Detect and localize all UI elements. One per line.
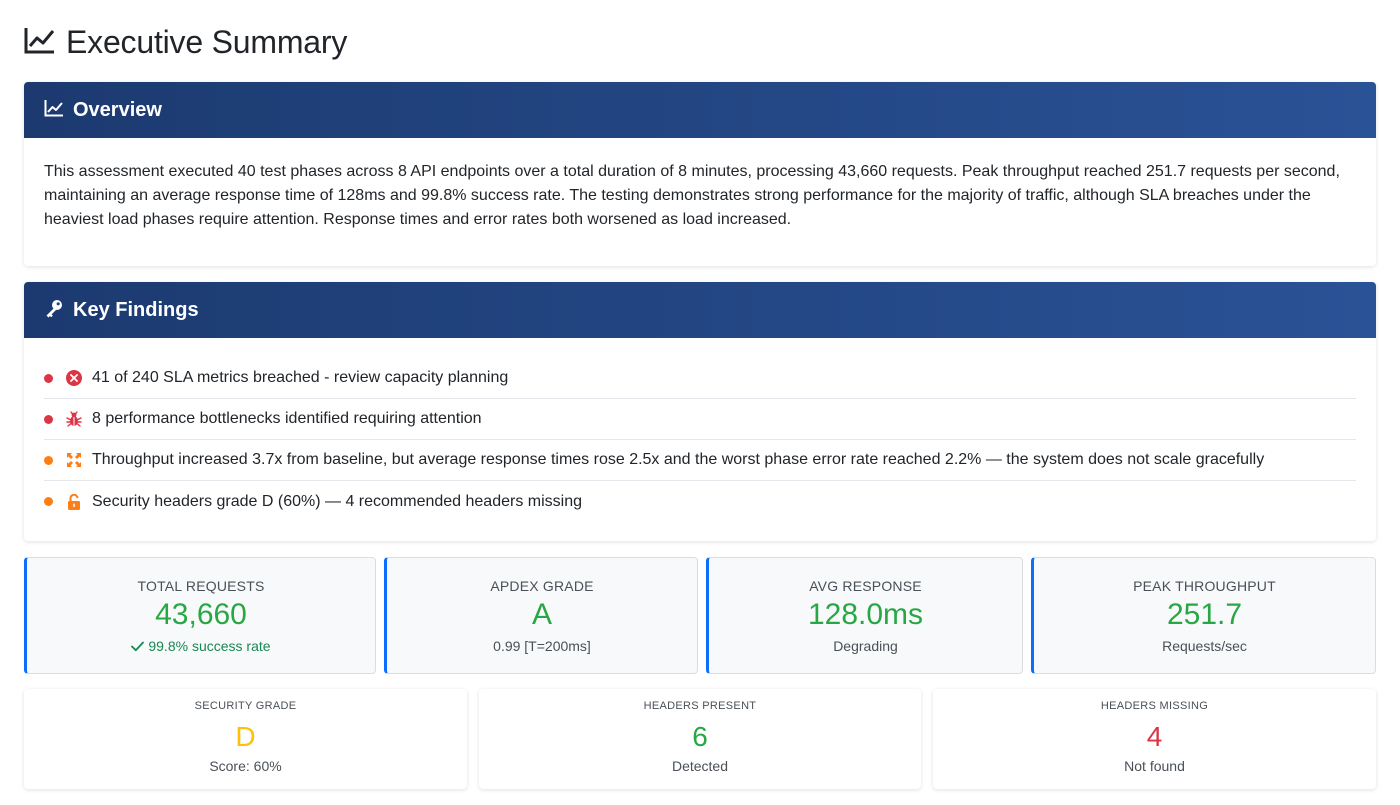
- security-subtext: Score: 60%: [209, 758, 282, 774]
- security-label: HEADERS PRESENT: [643, 700, 757, 712]
- page-title-text: Executive Summary: [66, 23, 348, 60]
- metric-card-peak-throughput: PEAK THROUGHPUT 251.7 Requests/sec: [1031, 557, 1376, 674]
- security-card-headers-present: HEADERS PRESENT 6 Detected: [479, 689, 921, 789]
- overview-title: Overview: [73, 98, 162, 121]
- metric-value: A: [531, 598, 552, 631]
- key-findings-header: Key Findings: [24, 282, 1376, 338]
- metric-label: APDEX GRADE: [490, 578, 594, 594]
- success-rate-text: 99.8% success rate: [148, 638, 271, 654]
- security-subtext: Detected: [671, 758, 729, 774]
- finding-item: 41 of 240 SLA metrics breached - review …: [44, 358, 1356, 399]
- metric-card-avg-response: AVG RESPONSE 128.0ms Degrading: [706, 557, 1023, 674]
- check-icon: [131, 638, 148, 654]
- metric-card-apdex: APDEX GRADE A 0.99 [T=200ms]: [384, 557, 698, 674]
- metric-value: 128.0ms: [807, 598, 924, 631]
- severity-dot: [44, 414, 53, 424]
- finding-text: 8 performance bottlenecks identified req…: [92, 410, 482, 427]
- finding-item: Security headers grade D (60%) — 4 recom…: [44, 481, 1356, 522]
- overview-card: Overview This assessment executed 40 tes…: [24, 82, 1376, 266]
- severity-dot: [44, 373, 53, 383]
- metric-subtext: Degrading: [833, 638, 898, 654]
- metric-value: 251.7: [1166, 598, 1243, 631]
- metric-label: PEAK THROUGHPUT: [1133, 578, 1276, 594]
- finding-item: Throughput increased 3.7x from baseline,…: [44, 440, 1356, 481]
- finding-text: Security headers grade D (60%) — 4 recom…: [92, 492, 583, 510]
- metric-subtext: 99.8% success rate: [27, 638, 375, 654]
- metric-label: TOTAL REQUESTS: [137, 578, 265, 594]
- severity-dot: [44, 497, 53, 506]
- security-label: SECURITY GRADE: [194, 700, 297, 712]
- bug-icon: [66, 411, 82, 427]
- overview-header: Overview: [24, 82, 1376, 138]
- x-circle-icon: [66, 370, 82, 386]
- security-value: 4: [1146, 721, 1163, 752]
- security-card-headers-missing: HEADERS MISSING 4 Not found: [933, 689, 1376, 789]
- unlock-icon: [66, 493, 82, 510]
- finding-item: 8 performance bottlenecks identified req…: [44, 399, 1356, 440]
- metric-card-total-requests: TOTAL REQUESTS 43,660 99.8% success rate: [24, 557, 376, 674]
- security-subtext: Not found: [1124, 758, 1185, 774]
- line-chart-icon: [44, 99, 64, 122]
- security-label: HEADERS MISSING: [1100, 700, 1209, 712]
- security-card-grade: SECURITY GRADE D Score: 60%: [24, 689, 467, 789]
- metric-subtext: 0.99 [T=200ms]: [493, 638, 591, 654]
- page-title: Executive Summary: [24, 22, 347, 62]
- line-chart-icon: [24, 26, 56, 59]
- overview-text: This assessment executed 40 test phases …: [44, 163, 1340, 228]
- metric-label: AVG RESPONSE: [809, 578, 922, 594]
- expand-icon: [66, 452, 82, 468]
- metric-subtext: Requests/sec: [1162, 638, 1247, 654]
- security-value: 6: [692, 721, 708, 752]
- security-value: D: [235, 721, 256, 752]
- finding-text: 41 of 240 SLA metrics breached - review …: [92, 369, 509, 386]
- key-icon: [44, 298, 64, 323]
- key-findings-title: Key Findings: [73, 298, 199, 321]
- finding-text: Throughput increased 3.7x from baseline,…: [92, 451, 1265, 468]
- key-findings-card: Key Findings 41 of 240 SLA metrics breac…: [24, 282, 1376, 541]
- metric-value: 43,660: [155, 598, 247, 631]
- severity-dot: [44, 455, 53, 465]
